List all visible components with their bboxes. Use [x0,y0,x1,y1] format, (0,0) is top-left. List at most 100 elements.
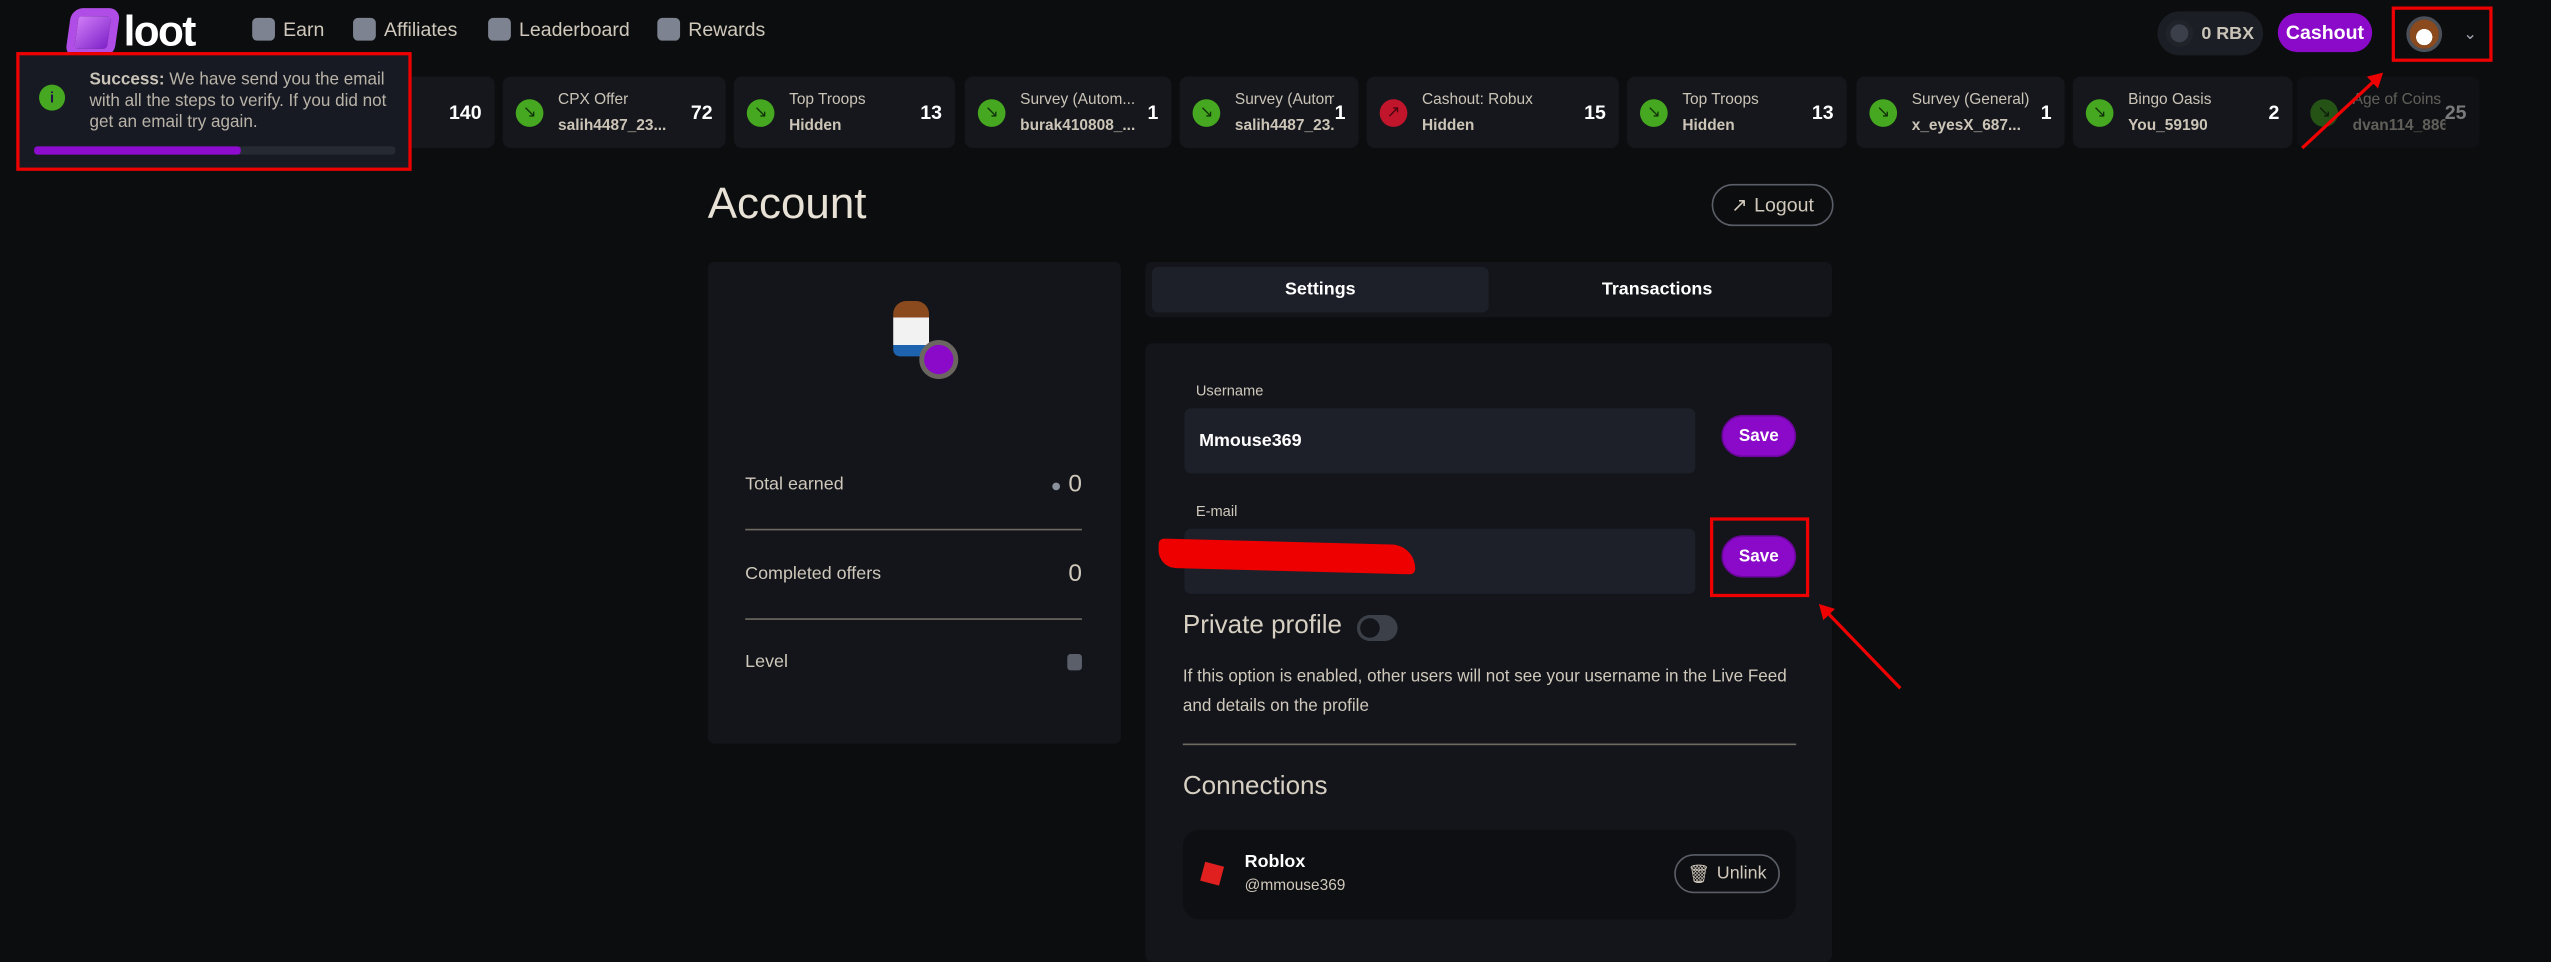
feed-title: Bingo Oasis [2128,90,2212,109]
feed-title: Top Troops [1682,90,1759,109]
external-link-icon: ↗ [1731,193,1748,217]
feed-title: Top Troops [789,90,866,109]
success-toast: i Success: We have send you the email wi… [16,52,412,171]
camera-icon[interactable] [919,340,959,380]
avatar [2406,16,2443,53]
feed-card[interactable]: ↘ Top Troops Hidden 13 [733,76,956,149]
profile-card: Total earned ● 0 Completed offers 0 Level [707,261,1122,744]
annotation-box [1709,517,1810,598]
feed-card[interactable]: ↘ Top Troops Hidden 13 [1627,76,1847,149]
unlink-label: Unlink [1716,863,1767,884]
chevron-down-icon: ⌄ [2463,25,2477,44]
trash-icon: 🗑 [1687,864,1711,885]
coins-icon: ● [1050,476,1062,497]
balance-pill[interactable]: 0 RBX [2157,11,2264,56]
arrow-down-right-icon: ↘ [1192,98,1221,127]
tabs: Settings Transactions [1145,261,1833,318]
settings-card: Username Save E-mail Save Private profil… [1145,343,1833,962]
feed-card[interactable]: ↘ Survey (Autom... burak410808_... 1 [964,76,1172,149]
arrow-up-right-icon: ↗ [1379,98,1408,127]
connections-title: Connections [1182,772,1328,801]
toast-progress-fill [34,146,241,155]
gift-icon [657,17,681,41]
robux-icon [2165,19,2194,48]
users-icon [353,17,376,41]
tab-settings[interactable]: Settings [1151,266,1489,313]
save-username-button[interactable]: Save [1721,414,1797,458]
feed-value: 13 [920,100,943,124]
feed-user: dvan114_88657 [2352,116,2445,135]
unlink-button[interactable]: 🗑 Unlink [1674,854,1780,894]
connection-name: Roblox [1244,852,1306,873]
feed-card[interactable]: ↘ Age of Coins dvan114_8865725 [2297,76,2480,149]
feed-card[interactable]: ↘ Survey (General) x_eyesX_687... 1 [1856,76,2065,149]
feed-title: Survey (Autom... [1234,90,1335,109]
feed-title: Survey (Autom... [1020,90,1136,109]
stat-value: 0 [1068,559,1082,588]
feed-user: burak410808_... [1020,116,1136,135]
feed-title: Age of Coins [2352,90,2442,109]
arrow-down-right-icon: ↘ [1869,98,1898,127]
divider [1182,743,1797,746]
feed-user: x_eyesX_687... [1911,116,2021,135]
private-profile-description: If this option is enabled, other users w… [1182,667,1787,716]
nav-label: Affiliates [383,17,458,41]
feed-text: Top Troops Hidden [789,90,920,134]
feed-card[interactable]: ↗ Cashout: Robux Hidden 15 [1366,76,1619,149]
feed-value: 1 [2040,100,2052,124]
user-menu[interactable]: ⌄ [2391,6,2493,62]
nav-rewards[interactable]: Rewards [657,17,766,41]
feed-value: 25 [2444,100,2467,124]
divider [745,618,1082,620]
feed-text: CPX Offer salih4487_23... [558,90,691,134]
username-label: Username [1195,382,1264,399]
feed-value: 140 [449,100,482,124]
feed-user: salih4487_23... [1234,116,1335,135]
toast-progress [34,146,396,155]
arrow-down-right-icon: ↘ [2310,98,2338,127]
feed-user: salih4487_23... [558,116,667,135]
feed-title: Cashout: Robux [1421,90,1533,109]
balance-value: 0 RBX [2201,23,2255,44]
email-label: E-mail [1195,502,1238,520]
divider [745,528,1082,531]
stat-level: Level [745,652,1082,672]
nav-earn[interactable]: Earn [252,17,325,41]
arrow-down-right-icon: ↘ [1640,98,1668,127]
feed-card[interactable]: ↘ CPX Offer salih4487_23... 72 [502,76,726,149]
tab-transactions[interactable]: Transactions [1489,267,1826,313]
feed-text: Cashout: Robux Hidden [1422,90,1584,134]
feed-user: You_59190 [2128,116,2208,135]
cashout-button[interactable]: Cashout [2277,13,2373,53]
private-profile-toggle[interactable] [1356,615,1398,642]
nav-leaderboard[interactable]: Leaderboard [488,17,630,41]
info-icon: i [39,84,66,111]
feed-value: 1 [1334,100,1346,124]
annotation-arrow [1820,605,1902,690]
stat-label: Completed offers [745,563,882,584]
feed-text: Bingo Oasis You_59190 [2128,90,2268,134]
nav-label: Earn [283,17,325,41]
feed-value: 72 [690,100,713,124]
connection-roblox: Roblox @mmouse369 🗑 Unlink [1182,829,1797,920]
toast-title: Success: [89,69,165,90]
logo-text: loot [123,6,197,56]
logout-label: Logout [1754,193,1814,217]
feed-user: Hidden [1682,116,1735,135]
feed-card[interactable]: ↘ Bingo Oasis You_59190 2 [2072,76,2293,149]
nav-affiliates[interactable]: Affiliates [353,17,458,41]
private-profile-label: Private profile [1182,611,1342,640]
roblox-icon [1200,861,1225,886]
feed-user: Hidden [1421,116,1475,135]
feed-text: Survey (General) x_eyesX_687... [1912,90,2041,134]
feed-card[interactable]: ↘ Survey (Autom... salih4487_23...1 [1179,76,1359,149]
nav-label: Rewards [688,17,766,41]
logo[interactable]: loot [64,6,197,57]
coins-icon [252,17,275,41]
stat-value-wrap: ● 0 [1051,470,1082,498]
username-input[interactable] [1184,408,1696,474]
connection-handle: @mmouse369 [1244,876,1346,895]
stat-completed-offers: Completed offers 0 [745,560,1082,588]
stat-label: Level [745,652,788,672]
logout-button[interactable]: ↗ Logout [1711,183,1834,227]
